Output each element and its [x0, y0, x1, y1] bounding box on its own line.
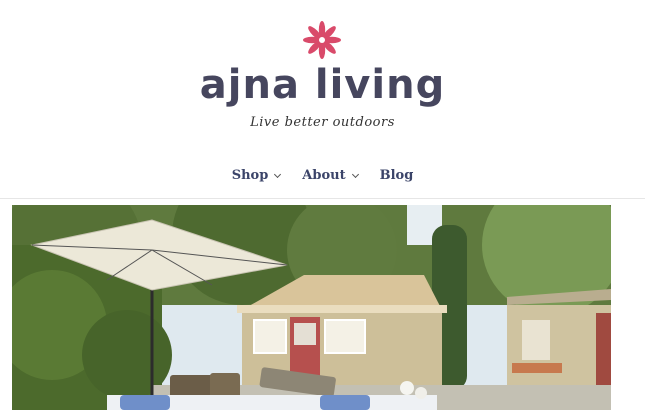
nav-item-about[interactable]: About	[302, 168, 359, 183]
flower-logo-icon[interactable]	[302, 20, 342, 60]
site-tagline: Live better outdoors	[250, 115, 395, 130]
nav-item-blog-label: Blog	[379, 168, 414, 183]
chevron-down-icon	[351, 170, 359, 178]
site-logo-text[interactable]: ajna living	[0, 62, 645, 108]
nav-item-shop[interactable]: Shop	[231, 168, 282, 183]
chevron-down-icon	[274, 170, 282, 178]
hero-image[interactable]	[12, 205, 611, 410]
nav-item-blog[interactable]: Blog	[380, 168, 414, 183]
nav-item-shop-label: Shop	[231, 168, 269, 183]
main-nav: Shop About Blog	[0, 168, 645, 183]
nav-item-about-label: About	[302, 168, 346, 183]
site-header: ajna living Live better outdoors Shop Ab…	[0, 0, 645, 200]
patio-photo-icon	[12, 205, 611, 410]
header-divider	[0, 198, 645, 199]
